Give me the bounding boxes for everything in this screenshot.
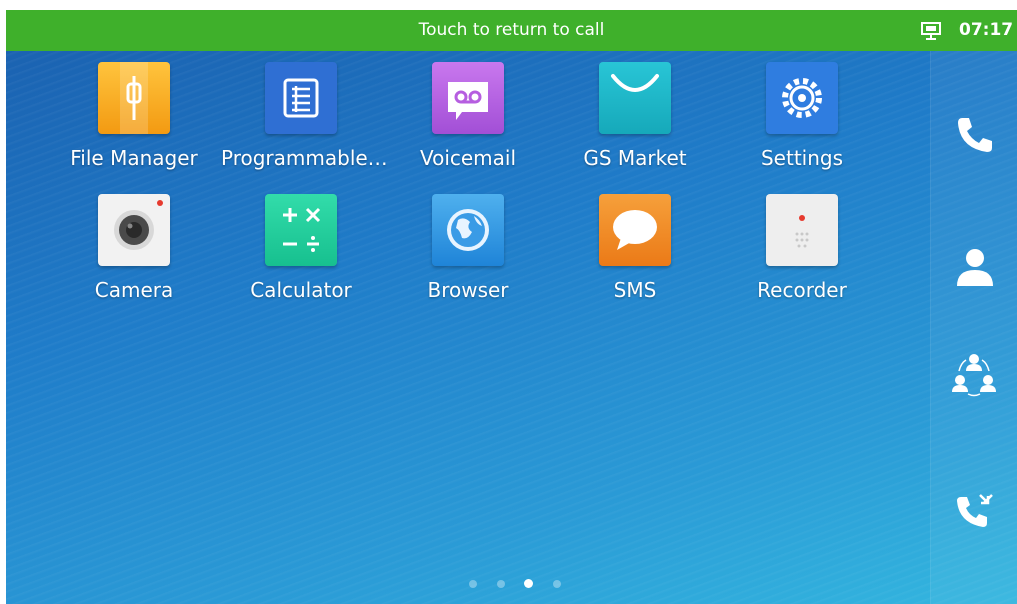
- home-screen: Touch to return to call 07:17 File Manag…: [6, 10, 1017, 604]
- network-status-icon: [920, 22, 946, 40]
- app-calculator[interactable]: Calculator: [221, 194, 381, 324]
- app-sms[interactable]: SMS: [555, 194, 715, 324]
- dock-call-transfer-button[interactable]: [931, 483, 1017, 543]
- right-dock: [930, 51, 1017, 604]
- gear-icon: [766, 62, 838, 134]
- app-voicemail[interactable]: Voicemail: [388, 62, 548, 192]
- dock-phone-button[interactable]: [931, 106, 1017, 166]
- chat-bubble-icon: [599, 194, 671, 266]
- conference-icon: [952, 354, 996, 397]
- page-dot[interactable]: [497, 580, 505, 588]
- app-label: GS Market: [583, 146, 687, 170]
- page-dot-active[interactable]: [524, 579, 533, 588]
- app-label: Voicemail: [419, 146, 517, 170]
- voicemail-icon: [432, 62, 504, 134]
- programmable-keys-icon: [265, 62, 337, 134]
- page-indicator: [461, 578, 571, 590]
- return-to-call-bar[interactable]: Touch to return to call 07:17: [6, 10, 1017, 51]
- app-camera[interactable]: Camera: [54, 194, 214, 324]
- app-programmable-keys[interactable]: Programmable…: [221, 62, 388, 192]
- app-recorder[interactable]: Recorder: [722, 194, 882, 324]
- contacts-icon: [957, 249, 993, 286]
- app-gs-market[interactable]: GS Market: [555, 62, 715, 192]
- page-dot[interactable]: [469, 580, 477, 588]
- app-label: Programmable…: [221, 146, 388, 170]
- status-time: 07:17: [959, 20, 1014, 40]
- app-file-manager[interactable]: File Manager: [54, 62, 214, 192]
- call-banner-text[interactable]: Touch to return to call: [6, 10, 1017, 51]
- calculator-icon: [265, 194, 337, 266]
- app-settings[interactable]: Settings: [722, 62, 882, 192]
- app-label: Settings: [760, 146, 844, 170]
- globe-icon: [432, 194, 504, 266]
- call-history-icon: [957, 494, 993, 527]
- app-browser[interactable]: Browser: [388, 194, 548, 324]
- phone-icon: [958, 118, 992, 152]
- dock-conference-button[interactable]: [931, 351, 1017, 411]
- app-label: File Manager: [70, 146, 198, 170]
- market-bag-icon: [599, 62, 671, 134]
- app-label: Camera: [94, 278, 174, 302]
- app-label: Recorder: [757, 278, 847, 302]
- app-label: Browser: [427, 278, 509, 302]
- recorder-icon: [766, 194, 838, 266]
- dock-contacts-button[interactable]: [931, 238, 1017, 298]
- file-manager-icon: [98, 62, 170, 134]
- camera-icon: [98, 194, 170, 266]
- app-label: Calculator: [250, 278, 352, 302]
- page-dot[interactable]: [553, 580, 561, 588]
- app-label: SMS: [613, 278, 657, 302]
